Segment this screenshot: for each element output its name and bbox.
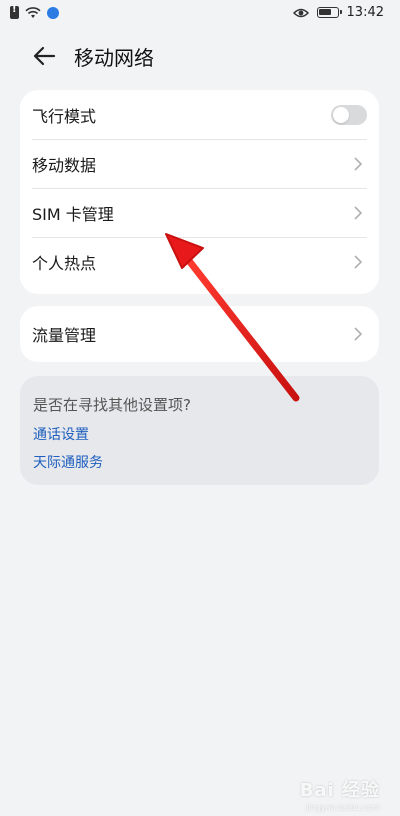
network-settings-card: 飞行模式 移动数据 SIM 卡管理 个人热点	[20, 90, 379, 294]
battery-icon	[316, 7, 342, 18]
app-notification-icon	[47, 6, 59, 19]
data-usage-label: 流量管理	[32, 326, 97, 345]
status-bar-right: 13:42	[292, 5, 384, 20]
chevron-right-icon	[354, 156, 363, 171]
chevron-right-icon	[354, 205, 363, 220]
airplane-mode-row[interactable]: 飞行模式	[20, 90, 379, 139]
sim-management-row[interactable]: SIM 卡管理	[20, 188, 379, 237]
status-bar: 13:42	[0, 0, 400, 28]
sim-alert-icon	[10, 4, 19, 19]
page-title: 移动网络	[74, 46, 154, 70]
suggestions-title: 是否在寻找其他设置项?	[33, 396, 191, 414]
watermark-text: Bai 经验	[299, 780, 380, 801]
call-settings-link[interactable]: 通话设置	[33, 424, 89, 444]
suggestions-card: 是否在寻找其他设置项? 通话设置 天际通服务	[20, 376, 379, 485]
skytone-service-link[interactable]: 天际通服务	[33, 452, 103, 472]
watermark-subtext: jingyan.baidu.com	[306, 803, 380, 812]
personal-hotspot-row[interactable]: 个人热点	[20, 237, 379, 286]
sim-management-label: SIM 卡管理	[32, 204, 114, 224]
status-time: 13:42	[346, 5, 384, 20]
data-usage-row[interactable]: 流量管理	[20, 306, 379, 362]
airplane-mode-toggle[interactable]	[331, 104, 367, 125]
page-header: 移动网络	[0, 28, 400, 84]
personal-hotspot-label: 个人热点	[32, 253, 97, 273]
status-bar-left	[10, 4, 59, 19]
arrow-left-icon[interactable]	[28, 40, 60, 72]
chevron-right-icon	[354, 254, 363, 269]
mobile-data-label: 移动数据	[32, 155, 97, 175]
wifi-icon	[25, 6, 41, 18]
eye-icon	[292, 8, 309, 17]
airplane-mode-label: 飞行模式	[32, 106, 97, 126]
chevron-right-icon	[354, 327, 363, 341]
data-usage-card: 流量管理	[20, 306, 379, 362]
mobile-data-row[interactable]: 移动数据	[20, 139, 379, 188]
